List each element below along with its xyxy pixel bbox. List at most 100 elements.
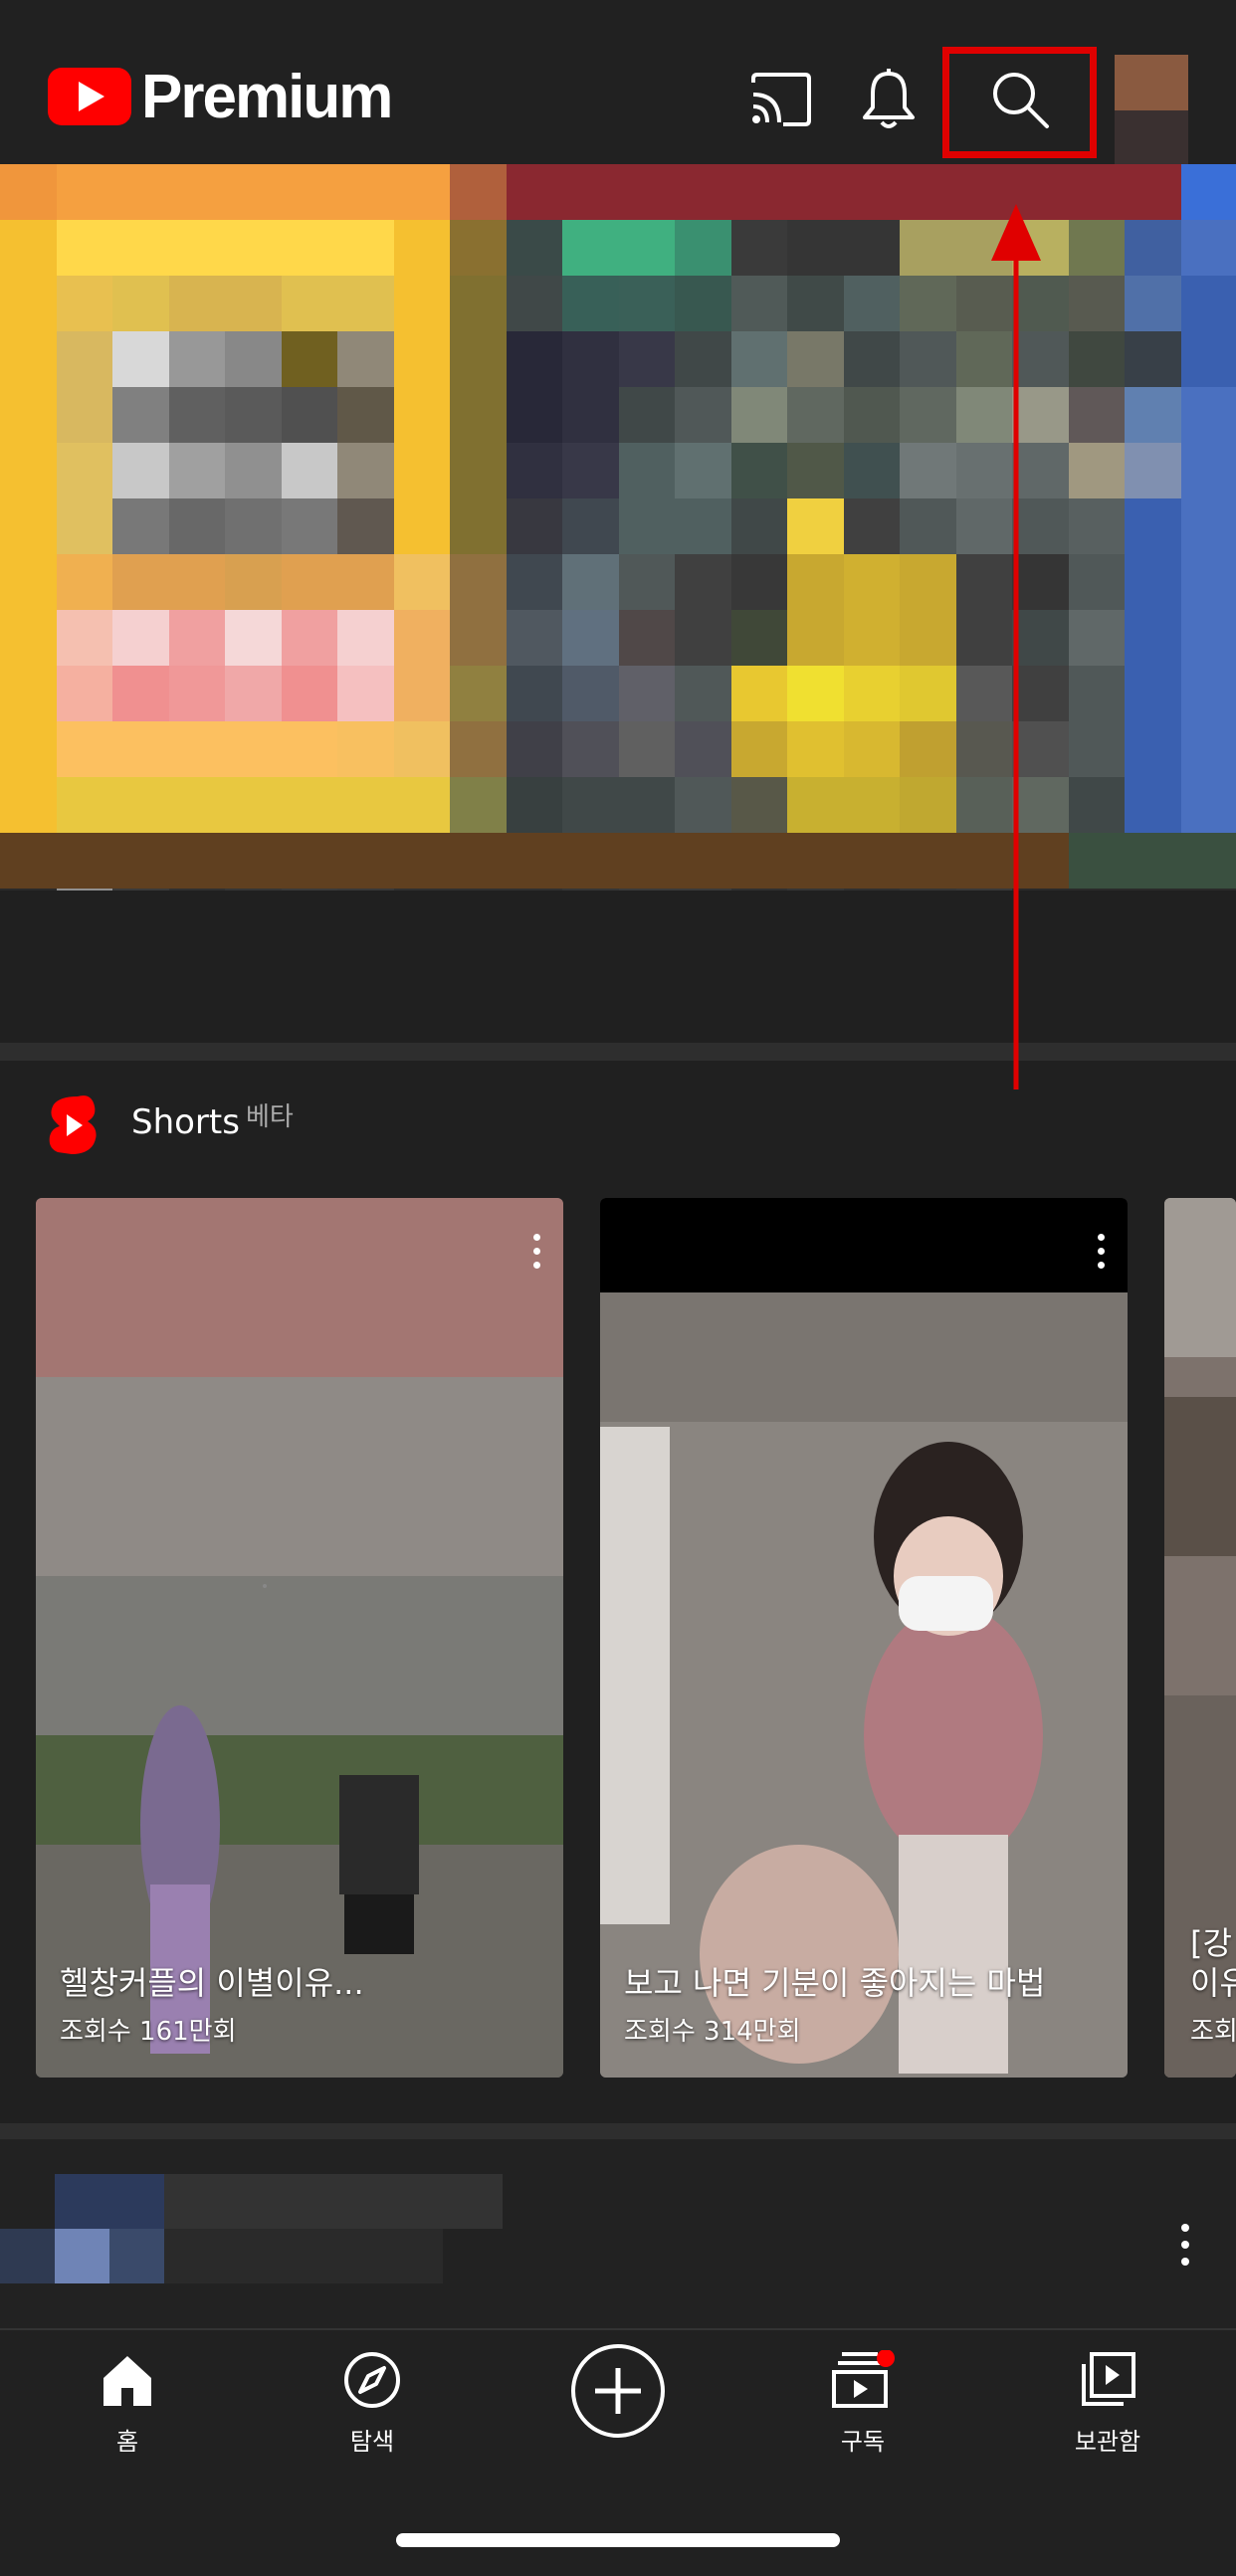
thumbnail-pixel [619, 331, 677, 388]
thumbnail-pixel [844, 666, 902, 722]
thumbnail-pixel [394, 443, 452, 499]
thumbnail-pixel [337, 276, 395, 332]
notifications-button[interactable] [829, 45, 948, 154]
next-video-thumbnail[interactable] [0, 2139, 1236, 2328]
cast-button[interactable] [721, 45, 841, 154]
thumbnail-pixel [1181, 666, 1236, 722]
thumbnail-pixel [450, 777, 508, 834]
thumbnail-pixel [57, 331, 114, 388]
search-highlight-annotation [942, 47, 1097, 158]
cast-icon [749, 73, 813, 126]
thumbnail-pixel [787, 220, 845, 277]
thumbnail-pixel [225, 610, 283, 667]
brand-title: Premium [141, 58, 391, 137]
nav-label: 탐색 [283, 2422, 462, 2457]
thumbnail-pixel [844, 833, 902, 890]
nav-library[interactable]: 보관함 [1018, 2350, 1197, 2457]
library-icon [1078, 2350, 1137, 2410]
thumbnail-pixel [956, 164, 1014, 221]
thumbnail-pixel [1069, 554, 1127, 611]
thumbnail-pixel [450, 554, 508, 611]
thumbnail-pixel [394, 610, 452, 667]
thumbnail-pixel [225, 554, 283, 611]
thumbnail-pixel [787, 387, 845, 444]
thumbnail-pixel [900, 331, 957, 388]
thumbnail-pixel [169, 498, 227, 555]
thumbnail-pixel [675, 889, 732, 891]
thumbnail-pixel [507, 443, 564, 499]
thumbnail-pixel [1012, 721, 1070, 778]
thumbnail-pixel [1012, 164, 1070, 221]
thumbnail-pixel [450, 387, 508, 444]
thumbnail-pixel [1012, 889, 1070, 891]
shorts-card[interactable]: 헬창커플의 이별이유... 조회수 161만회 [36, 1198, 563, 2078]
thumbnail-pixel [562, 666, 620, 722]
shorts-card[interactable]: 보고 나면 기분이 좋아지는 마법 조회수 314만회 [600, 1198, 1128, 2078]
thumbnail-pixel [675, 610, 732, 667]
home-icon [98, 2350, 157, 2410]
thumbnail-pixel [0, 889, 58, 891]
thumbnail-pixel [1012, 833, 1070, 890]
thumbnail-pixel [562, 498, 620, 555]
compass-icon [342, 2350, 402, 2410]
nav-explore[interactable]: 탐색 [283, 2350, 462, 2457]
thumbnail-pixel [619, 889, 677, 891]
more-options-icon[interactable] [1096, 1234, 1106, 1274]
thumbnail-pixel [1012, 498, 1070, 555]
nav-home[interactable]: 홈 [38, 2350, 217, 2457]
thumbnail-pixel [900, 721, 957, 778]
thumbnail-pixel [731, 610, 789, 667]
thumbnail-pixel [1125, 721, 1182, 778]
thumbnail-pixel [619, 554, 677, 611]
more-options-icon[interactable] [1179, 2224, 1191, 2274]
featured-video-thumbnail[interactable] [0, 164, 1236, 891]
thumbnail-pixel [787, 554, 845, 611]
thumbnail-pixel [956, 331, 1014, 388]
thumbnail-pixel [619, 443, 677, 499]
thumbnail-pixel [394, 777, 452, 834]
thumbnail-pixel [562, 777, 620, 834]
thumbnail-pixel [562, 276, 620, 332]
shorts-section-title: Shorts [131, 1102, 240, 1142]
thumbnail-pixel [844, 610, 902, 667]
thumbnail-pixel [1069, 220, 1127, 277]
thumbnail-pixel [337, 610, 395, 667]
thumbnail-pixel [450, 889, 508, 891]
thumbnail-pixel [394, 889, 452, 891]
thumbnail-pixel [112, 331, 170, 388]
thumbnail-pixel [57, 889, 114, 891]
thumbnail-pixel [337, 889, 395, 891]
thumbnail-pixel [619, 220, 677, 277]
thumbnail-pixel [1069, 331, 1127, 388]
thumbnail-pixel [450, 331, 508, 388]
shorts-card[interactable]: [강 이유 조회 [1164, 1198, 1236, 2078]
avatar[interactable] [1115, 55, 1188, 166]
thumbnail-pixel [394, 833, 452, 890]
thumbnail-pixel [675, 276, 732, 332]
thumbnail-pixel [675, 220, 732, 277]
thumbnail-pixel [1069, 721, 1127, 778]
thumbnail-pixel [337, 721, 395, 778]
thumbnail-pixel [844, 889, 902, 891]
nav-create[interactable] [528, 2342, 708, 2444]
thumbnail-pixel [1012, 276, 1070, 332]
thumbnail-pixel [562, 331, 620, 388]
thumbnail-pixel [337, 666, 395, 722]
more-options-icon[interactable] [531, 1234, 541, 1274]
thumbnail-pixel [282, 331, 339, 388]
thumbnail-pixel [507, 331, 564, 388]
thumbnail-pixel [562, 610, 620, 667]
nav-subscriptions[interactable]: 구독 [773, 2350, 952, 2457]
thumbnail-pixel [0, 276, 58, 332]
thumbnail-pixel [282, 721, 339, 778]
thumbnail-pixel [0, 833, 58, 890]
thumbnail-pixel [900, 164, 957, 221]
thumbnail-pixel [169, 777, 227, 834]
thumbnail-pixel [57, 666, 114, 722]
thumbnail-pixel [282, 666, 339, 722]
thumbnail-pixel [731, 777, 789, 834]
thumbnail-pixel [787, 498, 845, 555]
thumbnail-pixel [57, 498, 114, 555]
thumbnail-pixel [57, 610, 114, 667]
shorts-beta-badge: 베타 [246, 1096, 294, 1133]
